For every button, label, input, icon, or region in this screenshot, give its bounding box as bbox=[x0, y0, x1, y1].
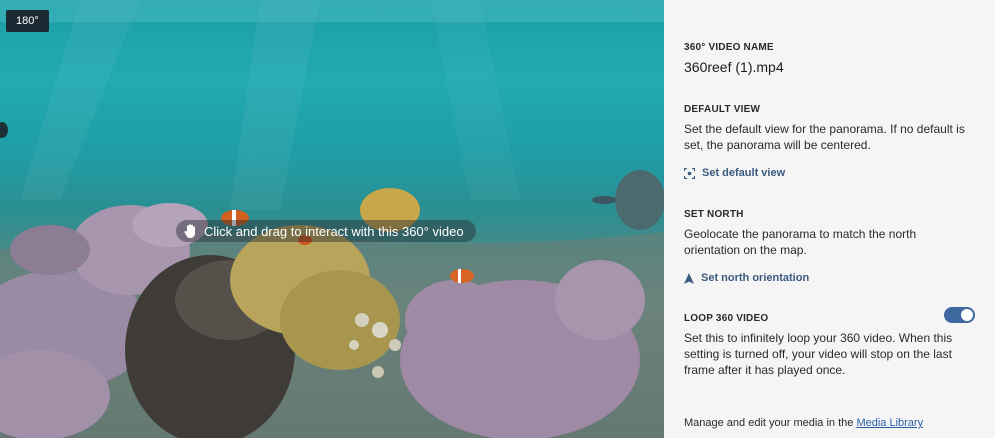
underwater-reef-frame bbox=[0, 0, 664, 438]
set-north-section: SET NORTH Geolocate the panorama to matc… bbox=[684, 209, 974, 284]
loop-label: LOOP 360 VIDEO bbox=[684, 313, 769, 324]
default-view-label: DEFAULT VIEW bbox=[684, 104, 761, 115]
toggle-knob bbox=[961, 309, 973, 321]
set-north-orientation-label: Set north orientation bbox=[701, 272, 810, 284]
default-view-description: Set the default view for the panorama. I… bbox=[684, 122, 965, 152]
set-north-label: SET NORTH bbox=[684, 209, 744, 220]
drag-hint-text: Click and drag to interact with this 360… bbox=[204, 223, 464, 239]
media-library-link[interactable]: Media Library bbox=[856, 417, 923, 429]
video-name-label: 360° VIDEO NAME bbox=[684, 42, 774, 53]
focus-frame-icon bbox=[684, 167, 695, 179]
view-angle-badge: 180° bbox=[6, 10, 49, 32]
hand-drag-icon bbox=[184, 224, 195, 238]
loop-toggle[interactable] bbox=[944, 307, 975, 323]
panorama-viewer[interactable]: 180° Click and drag to interact with thi… bbox=[0, 0, 664, 438]
settings-panel: 360° VIDEO NAME 360reef (1).mp4 DEFAULT … bbox=[664, 0, 995, 438]
set-default-view-label: Set default view bbox=[702, 167, 786, 179]
media-settings-window: 180° Click and drag to interact with thi… bbox=[0, 0, 995, 438]
set-north-orientation-button[interactable]: Set north orientation bbox=[684, 272, 974, 284]
north-arrow-icon bbox=[684, 272, 694, 284]
video-file-name: 360reef (1).mp4 bbox=[684, 59, 784, 75]
set-north-description: Geolocate the panorama to match the nort… bbox=[684, 227, 917, 257]
footer-text: Manage and edit your media in the bbox=[684, 417, 857, 429]
loop-section: LOOP 360 VIDEO Set this to infinitely lo… bbox=[684, 313, 974, 378]
drag-hint: Click and drag to interact with this 360… bbox=[176, 220, 476, 242]
default-view-section: DEFAULT VIEW Set the default view for th… bbox=[684, 104, 974, 179]
media-library-footer: Manage and edit your media in the Media … bbox=[684, 417, 923, 429]
set-default-view-button[interactable]: Set default view bbox=[684, 167, 974, 179]
loop-description: Set this to infinitely loop your 360 vid… bbox=[684, 331, 953, 377]
video-name-section: 360° VIDEO NAME 360reef (1).mp4 bbox=[684, 42, 974, 75]
